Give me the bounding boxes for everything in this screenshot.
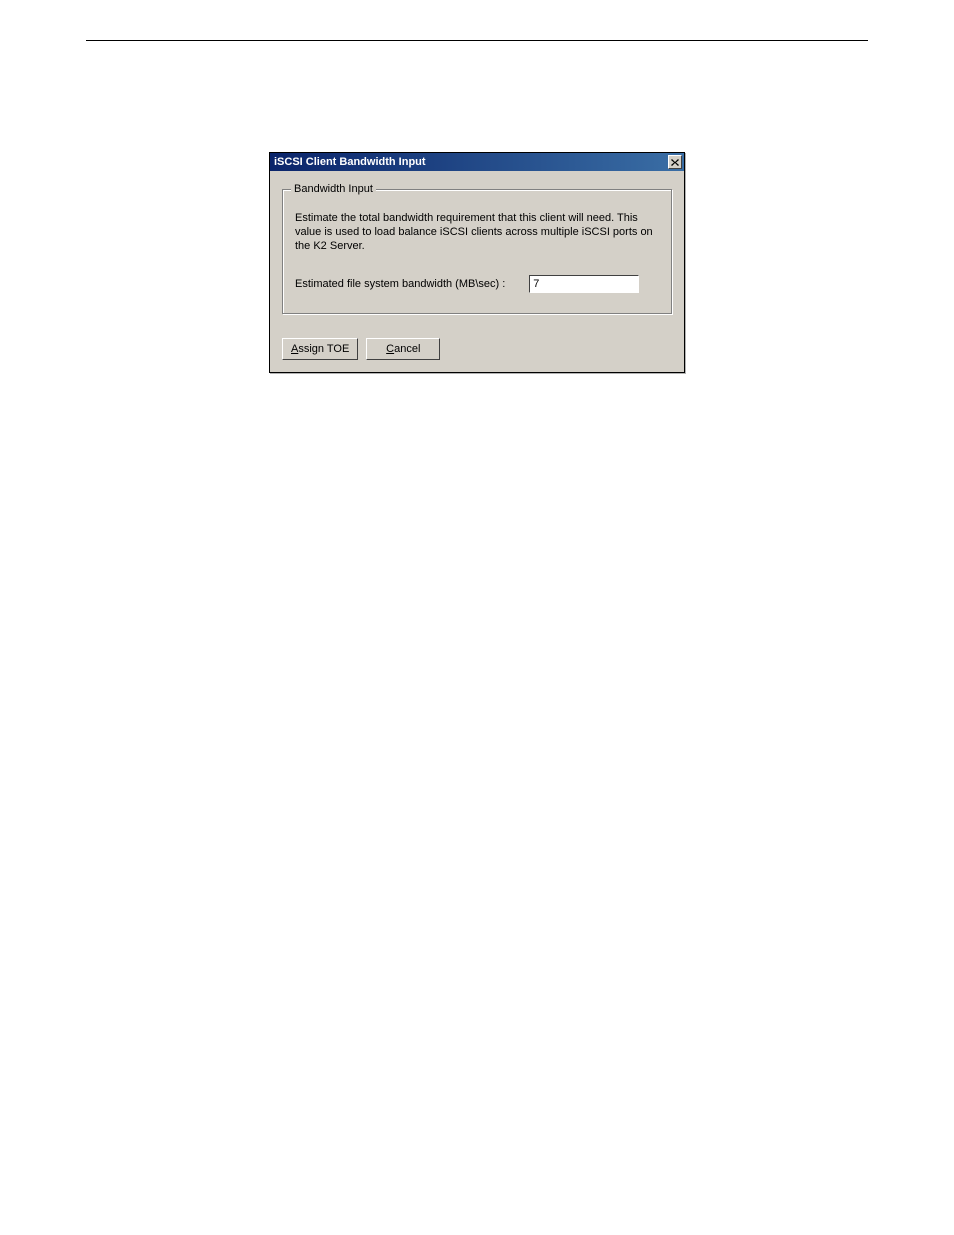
cancel-button[interactable]: Cancel (366, 338, 440, 360)
dialog-body: Bandwidth Input Estimate the total bandw… (270, 171, 684, 372)
bandwidth-field-label: Estimated file system bandwidth (MB\sec)… (295, 278, 505, 290)
bandwidth-input-group: Bandwidth Input Estimate the total bandw… (282, 189, 672, 314)
page-top-divider (86, 40, 868, 41)
bandwidth-field-row: Estimated file system bandwidth (MB\sec)… (295, 275, 659, 293)
iscsi-bandwidth-dialog: iSCSI Client Bandwidth Input Bandwidth I… (269, 152, 685, 373)
groupbox-legend: Bandwidth Input (291, 183, 376, 195)
close-icon[interactable] (668, 155, 682, 169)
titlebar: iSCSI Client Bandwidth Input (270, 153, 684, 171)
bandwidth-input[interactable] (529, 275, 639, 293)
assign-toe-button[interactable]: Assign TOE (282, 338, 358, 360)
dialog-title: iSCSI Client Bandwidth Input (274, 156, 426, 168)
button-row: Assign TOE Cancel (282, 338, 672, 360)
groupbox-description: Estimate the total bandwidth requirement… (295, 212, 659, 253)
